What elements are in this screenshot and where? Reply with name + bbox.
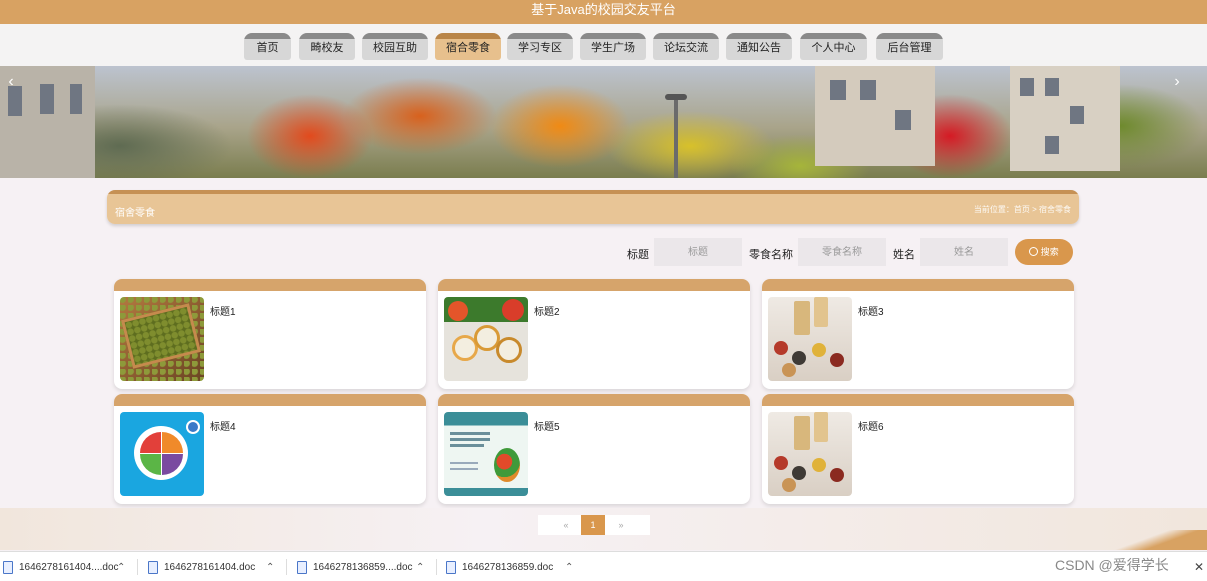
banner-carousel[interactable]: ‹ ›: [0, 66, 1207, 178]
doc-file-icon: [148, 561, 158, 574]
banner-prev-icon[interactable]: ‹: [4, 72, 18, 92]
card-title: 标题6: [858, 422, 884, 433]
download-filename: 1646278136859....doc: [313, 562, 413, 573]
pagination: « 1 »: [538, 515, 650, 535]
card-cap: [762, 279, 1074, 291]
card-image-grain-jars: [768, 297, 852, 381]
download-item[interactable]: 1646278161404.doc: [148, 560, 258, 576]
banner-lamp-post: [674, 98, 678, 178]
banner-window: [40, 84, 54, 114]
card-title: 标题5: [534, 422, 560, 433]
breadcrumb: 当前位置：首页 > 宿舍零食: [973, 205, 1071, 214]
download-filename: 1646278136859.doc: [462, 562, 554, 573]
banner-window: [895, 110, 911, 130]
card-image-nutrition-poster: [444, 412, 528, 496]
card-title: 标题4: [210, 422, 236, 433]
nav-item-dorm-snacks[interactable]: 宿合零食: [435, 33, 501, 60]
card-item[interactable]: 标题4: [114, 394, 426, 504]
downloads-bar: 1646278161404....doc ⌃ 1646278161404.doc…: [0, 551, 1207, 581]
nav-item-campus-help[interactable]: 校园互助: [362, 33, 428, 60]
card-item[interactable]: 标题1: [114, 279, 426, 389]
search-button[interactable]: 搜索: [1015, 239, 1073, 265]
pager-prev-button[interactable]: «: [552, 515, 580, 535]
banner-lamp-head: [665, 94, 687, 100]
section-title: 宿舍零食: [115, 208, 155, 219]
chevron-up-icon[interactable]: ⌃: [565, 562, 573, 573]
divider: [137, 559, 138, 575]
search-title-label: 标题: [627, 249, 649, 261]
download-filename: 1646278161404.doc: [164, 562, 256, 573]
footer-accent: [1107, 530, 1207, 550]
search-name-input[interactable]: [920, 238, 1008, 266]
banner-window: [70, 84, 82, 114]
chevron-up-icon[interactable]: ⌃: [266, 562, 274, 573]
nav-item-student-square[interactable]: 学生广场: [580, 33, 646, 60]
divider: [286, 559, 287, 575]
card-image-food-plate: [120, 412, 204, 496]
card-cap: [114, 394, 426, 406]
doc-file-icon: [446, 561, 456, 574]
pager-next-button[interactable]: »: [606, 515, 636, 535]
app-title-bar: 基于Java的校园交友平台: [0, 0, 1207, 24]
card-item[interactable]: 标题3: [762, 279, 1074, 389]
nav-item-forum[interactable]: 论坛交流: [653, 33, 719, 60]
nav-item-profile[interactable]: 个人中心: [800, 33, 867, 60]
search-icon: [1029, 247, 1039, 256]
nav-item-home[interactable]: 首页: [244, 33, 291, 60]
app-title: 基于Java的校园交友平台: [531, 2, 676, 17]
card-image-grain-jars: [768, 412, 852, 496]
nav-item-notices[interactable]: 通知公告: [726, 33, 792, 60]
banner-window: [860, 80, 876, 100]
main-nav: 首页 畸校友 校园互助 宿合零食 学习专区 学生广场 论坛交流 通知公告 个人中…: [0, 24, 1207, 66]
download-item[interactable]: 1646278136859....doc: [297, 560, 413, 576]
nav-item-admin[interactable]: 后台管理: [876, 33, 943, 60]
search-snack-name-input[interactable]: [798, 238, 886, 266]
search-snack-name-label: 零食名称: [749, 249, 793, 261]
card-cap: [114, 279, 426, 291]
close-icon[interactable]: ✕: [1194, 560, 1204, 574]
card-image-salad-bowls: [444, 297, 528, 381]
download-item[interactable]: 1646278161404....doc: [3, 560, 119, 576]
card-item[interactable]: 标题2: [438, 279, 750, 389]
banner-window: [1045, 136, 1059, 154]
card-image-beans: [120, 297, 204, 381]
banner-window: [1020, 78, 1034, 96]
banner-window: [1070, 106, 1084, 124]
section-header: 宿舍零食 当前位置：首页 > 宿舍零食: [107, 190, 1079, 224]
search-title-input[interactable]: [654, 238, 742, 266]
doc-file-icon: [3, 561, 13, 574]
search-name-label: 姓名: [893, 249, 915, 261]
download-filename: 1646278161404....doc: [19, 562, 119, 573]
chevron-up-icon[interactable]: ⌃: [416, 562, 424, 573]
card-title: 标题2: [534, 307, 560, 318]
banner-window: [830, 80, 846, 100]
nav-item-study-zone[interactable]: 学习专区: [507, 33, 573, 60]
card-cap: [438, 394, 750, 406]
card-title: 标题3: [858, 307, 884, 318]
nav-item-alumni[interactable]: 畸校友: [299, 33, 355, 60]
banner-next-icon[interactable]: ›: [1170, 72, 1184, 92]
card-cap: [438, 279, 750, 291]
banner-window: [1045, 78, 1059, 96]
card-item[interactable]: 标题6: [762, 394, 1074, 504]
card-item[interactable]: 标题5: [438, 394, 750, 504]
pager-page-1[interactable]: 1: [581, 515, 605, 535]
divider: [436, 559, 437, 575]
doc-file-icon: [297, 561, 307, 574]
download-item[interactable]: 1646278136859.doc: [446, 560, 556, 576]
chevron-up-icon[interactable]: ⌃: [117, 562, 125, 573]
watermark: CSDN @爱得学长: [1055, 557, 1169, 573]
card-cap: [762, 394, 1074, 406]
card-title: 标题1: [210, 307, 236, 318]
search-button-label: 搜索: [1040, 247, 1059, 257]
